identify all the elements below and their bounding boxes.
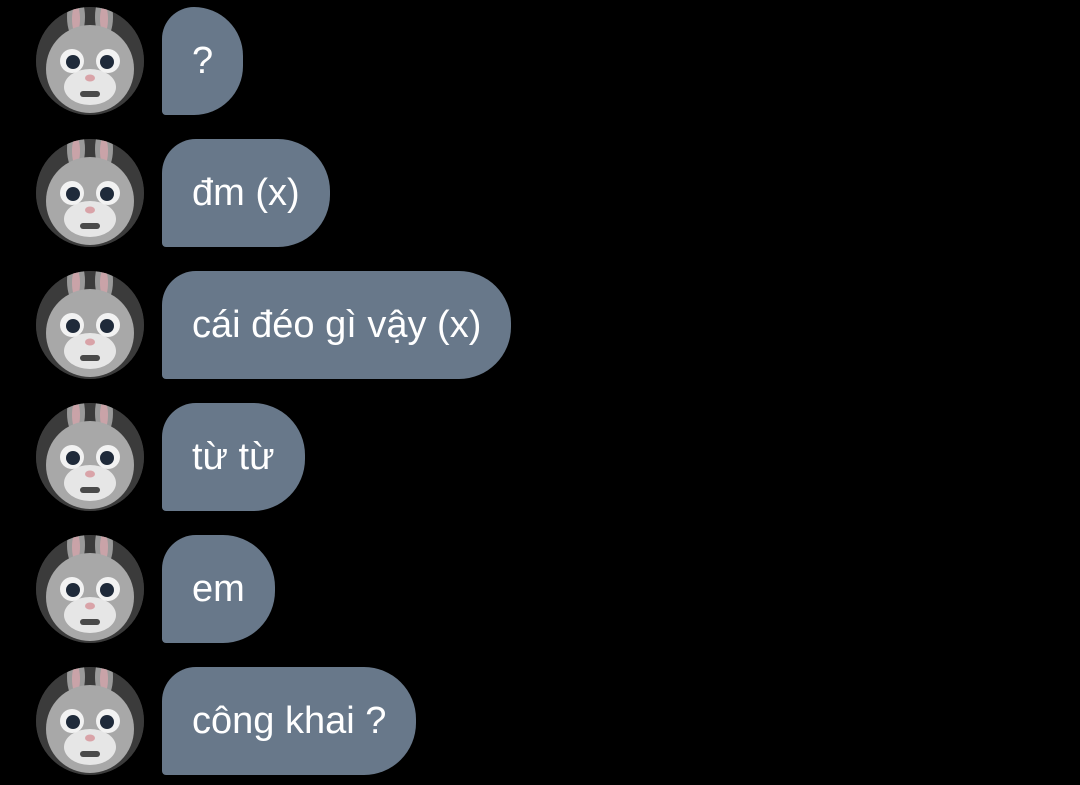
message-row: công khai ? <box>0 667 1080 775</box>
message-row: cái đéo gì vậy (x) <box>0 271 1080 379</box>
message-bubble[interactable]: từ từ <box>162 403 305 511</box>
message-row: đm (x) <box>0 139 1080 247</box>
bunny-avatar-icon[interactable] <box>36 535 144 643</box>
message-bubble[interactable]: công khai ? <box>162 667 417 775</box>
bunny-avatar-icon[interactable] <box>36 667 144 775</box>
message-bubble[interactable]: cái đéo gì vậy (x) <box>162 271 512 379</box>
chat-thread: ? đm (x) cái đéo gì vậy (x) từ từ em côn… <box>0 0 1080 785</box>
message-bubble[interactable]: ? <box>162 7 244 115</box>
message-row: em <box>0 535 1080 643</box>
message-row: từ từ <box>0 403 1080 511</box>
message-row: ? <box>0 7 1080 115</box>
bunny-avatar-icon[interactable] <box>36 139 144 247</box>
message-bubble[interactable]: đm (x) <box>162 139 330 247</box>
message-bubble[interactable]: em <box>162 535 275 643</box>
bunny-avatar-icon[interactable] <box>36 403 144 511</box>
bunny-avatar-icon[interactable] <box>36 7 144 115</box>
bunny-avatar-icon[interactable] <box>36 271 144 379</box>
